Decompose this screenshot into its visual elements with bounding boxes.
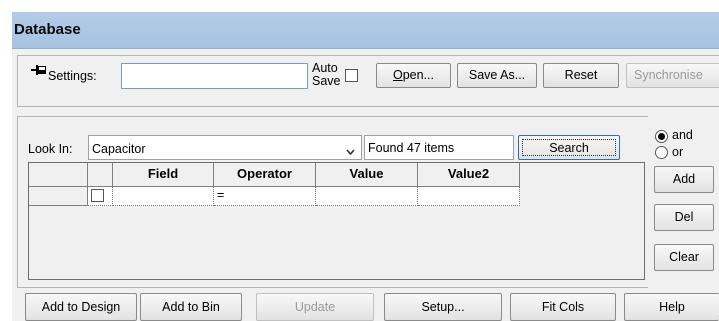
settings-input[interactable]: [121, 63, 308, 89]
open-button[interactable]: Open...: [376, 63, 451, 88]
pin-icon[interactable]: [31, 64, 47, 76]
found-count-box: Found 47 items: [364, 135, 514, 160]
cell-value2[interactable]: [418, 187, 520, 206]
grid-check-header: [88, 163, 113, 187]
or-label: or: [672, 145, 684, 159]
cell-operator[interactable]: =: [214, 187, 316, 206]
add-to-design-button[interactable]: Add to Design: [25, 293, 137, 321]
cell-value[interactable]: [316, 187, 418, 206]
found-count-text: Found 47 items: [368, 141, 455, 155]
panel-title: Database: [14, 21, 81, 38]
del-button[interactable]: Del: [654, 204, 714, 231]
or-radio[interactable]: [655, 146, 668, 159]
row-checkbox[interactable]: [91, 189, 104, 202]
look-in-label: Look In:: [28, 142, 73, 156]
grid-header-operator[interactable]: Operator: [214, 163, 316, 187]
auto-save-label: Auto Save: [312, 61, 341, 88]
table-row-checkbox-cell[interactable]: [88, 187, 113, 206]
and-radio[interactable]: [655, 130, 668, 143]
grid-header-value[interactable]: Value: [316, 163, 418, 187]
look-in-select[interactable]: Capacitor: [88, 135, 362, 160]
grid-header-field[interactable]: Field: [113, 163, 214, 187]
look-in-value: Capacitor: [92, 142, 146, 156]
grid-row-header[interactable]: [29, 187, 88, 206]
add-to-bin-button[interactable]: Add to Bin: [140, 293, 242, 321]
grid-corner-header: [29, 163, 88, 187]
cell-field[interactable]: [113, 187, 214, 206]
clear-button[interactable]: Clear: [654, 244, 714, 271]
grid-header-value2[interactable]: Value2: [418, 163, 520, 187]
add-button[interactable]: Add: [654, 166, 714, 193]
fit-cols-button[interactable]: Fit Cols: [510, 293, 616, 321]
chevron-down-icon[interactable]: [346, 145, 355, 159]
save-as-button[interactable]: Save As...: [457, 63, 537, 88]
synchronise-button[interactable]: Synchronise: [626, 63, 719, 88]
criteria-grid: Field Operator Value Value2 =: [28, 162, 645, 280]
search-button[interactable]: Search: [518, 135, 620, 160]
and-label: and: [672, 128, 693, 142]
update-button[interactable]: Update: [256, 293, 374, 321]
reset-button[interactable]: Reset: [543, 63, 619, 88]
auto-save-checkbox[interactable]: [345, 69, 358, 82]
panel-titlebar: Database: [12, 12, 719, 49]
settings-label: Settings:: [48, 69, 97, 83]
setup-button[interactable]: Setup...: [384, 293, 502, 321]
help-button[interactable]: Help: [624, 293, 719, 321]
open-button-label: pen...: [402, 68, 434, 82]
